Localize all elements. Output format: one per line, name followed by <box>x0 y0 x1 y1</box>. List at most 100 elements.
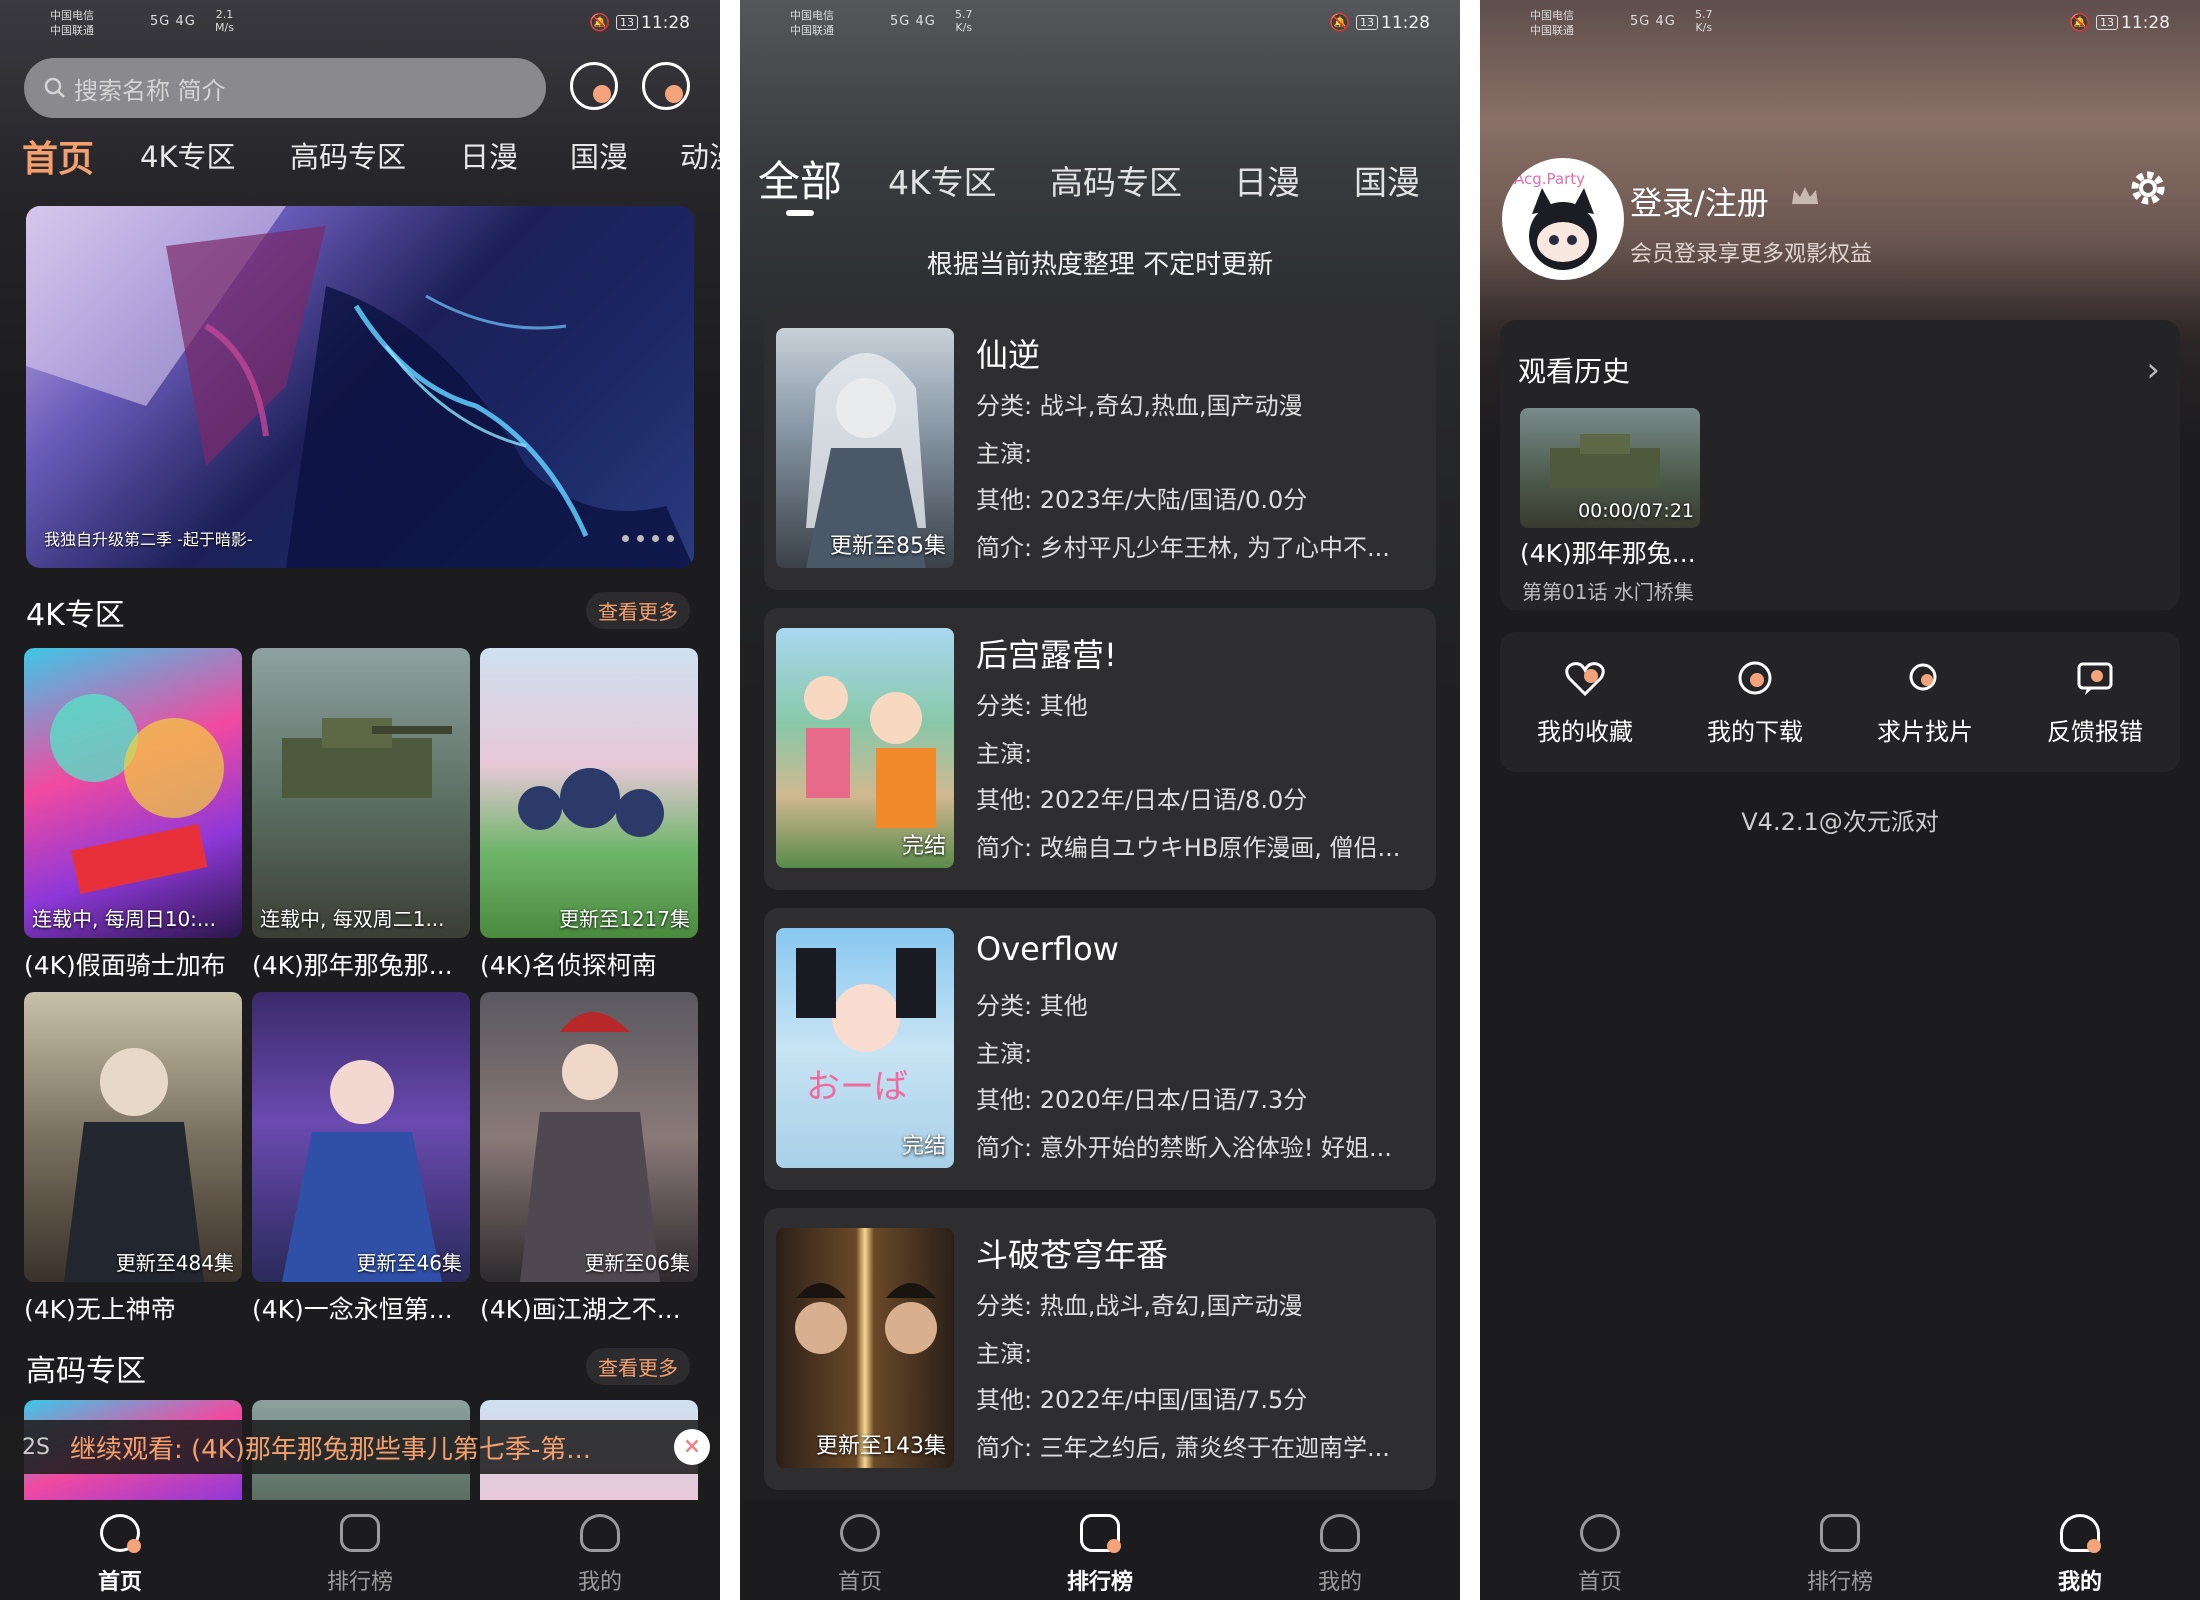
playback-time: 00:00/07:21 <box>1578 500 1694 522</box>
tab-high-bitrate[interactable]: 高码专区 <box>290 134 406 176</box>
settings-gear-icon[interactable] <box>2128 168 2168 208</box>
tab-all[interactable]: 全部 <box>758 148 842 209</box>
nav-label: 排行榜 <box>1066 1570 1133 1595</box>
nav-label: 排行榜 <box>326 1570 393 1595</box>
downloads-button[interactable]: 我的下载 <box>1670 660 1840 747</box>
mute-icon: 🔕 <box>589 13 616 33</box>
nav-label: 排行榜 <box>1806 1570 1873 1595</box>
ranking-item[interactable]: おーば 完结 Overflow 分类: 其他 主演: 其他: 2020年/日本/… <box>764 908 1436 1190</box>
ranking-item[interactable]: 更新至85集 仙逆 分类: 战斗,奇幻,热血,国产动漫 主演: 其他: 2023… <box>764 308 1436 590</box>
episode-badge: 更新至06集 <box>584 1251 690 1275</box>
mute-icon: 🔕 <box>1329 13 1356 33</box>
login-register-link[interactable]: 登录/注册 <box>1630 178 1769 224</box>
tab-home[interactable]: 首页 <box>22 130 94 182</box>
chevron-right-icon[interactable]: › <box>2146 350 2160 390</box>
net-speed: 5.7 <box>1695 8 1713 21</box>
home-icon <box>100 1514 141 1553</box>
tab-4k[interactable]: 4K专区 <box>888 156 997 204</box>
ranking-item[interactable]: 更新至143集 斗破苍穹年番 分类: 热血,战斗,奇幻,国产动漫 主演: 其他:… <box>764 1208 1436 1490</box>
genre: 分类: 战斗,奇幻,热血,国产动漫 <box>976 392 1303 420</box>
history-episode: 第第01话 水门桥集 <box>1522 580 1694 604</box>
favorites-button[interactable]: 我的收藏 <box>1500 660 1670 747</box>
avatar[interactable]: Acg.Party <box>1502 158 1624 280</box>
bottom-nav: 首页 排行榜 我的 <box>0 1500 720 1600</box>
video-title: (4K)那年那兔那... <box>252 951 453 980</box>
episode-badge: 完结 <box>901 1134 946 1159</box>
carrier-2: 中国联通 <box>50 24 94 37</box>
nav-mine[interactable]: 我的 <box>2020 1514 2140 1596</box>
view-more-4k-button[interactable]: 查看更多 <box>586 592 690 629</box>
nav-rank[interactable]: 排行榜 <box>1780 1514 1900 1596</box>
video-card[interactable]: 更新至06集 (4K)画江湖之不... <box>480 992 698 1326</box>
genre: 分类: 其他 <box>976 992 1088 1020</box>
clock: 11:28 <box>1381 13 1430 33</box>
view-more-high-bitrate-button[interactable]: 查看更多 <box>586 1348 690 1385</box>
nav-label: 我的 <box>1317 1570 1362 1595</box>
battery-icon: 13 <box>616 15 638 30</box>
status-bar: 中国电信 中国联通 5G 4G 5.7 K/s 🔕 13 11:28 <box>1480 0 2200 52</box>
signal-icon: 5G 4G <box>890 14 936 29</box>
video-card[interactable]: 更新至46集 (4K)一念永恒第... <box>252 992 470 1326</box>
history-icon[interactable] <box>642 62 690 110</box>
tab-japanese[interactable]: 日漫 <box>460 134 518 176</box>
watch-history-card[interactable]: 观看历史 › 00:00/07:21 (4K)那年那兔... 第第01话 水门桥… <box>1500 320 2180 610</box>
video-card[interactable]: 连载中, 每双周二1... (4K)那年那兔那... <box>252 648 470 982</box>
tab-anime[interactable]: 动漫 <box>680 134 720 176</box>
bottom-nav: 首页 排行榜 我的 <box>740 1500 1460 1600</box>
carrier-2: 中国联通 <box>790 24 834 37</box>
video-card[interactable]: 更新至1217集 (4K)名侦探柯南 <box>480 648 698 982</box>
close-icon[interactable]: × <box>674 1429 710 1465</box>
tab-japanese[interactable]: 日漫 <box>1234 156 1300 204</box>
nav-mine[interactable]: 我的 <box>540 1514 660 1596</box>
video-card[interactable]: 连载中, 每周日10:... (4K)假面骑士加布 <box>24 648 242 982</box>
net-speed: 5.7 <box>955 8 973 21</box>
cast: 主演: <box>976 1340 1033 1368</box>
tab-chinese[interactable]: 国漫 <box>570 134 628 176</box>
history-thumbnail[interactable]: 00:00/07:21 <box>1520 408 1700 528</box>
cast: 主演: <box>976 1040 1033 1068</box>
ranking-icon <box>1820 1514 1860 1552</box>
poster-image: 连载中, 每周日10:... <box>24 648 242 938</box>
search-input[interactable]: 搜索名称 简介 <box>24 58 546 118</box>
nav-home[interactable]: 首页 <box>60 1514 180 1596</box>
video-title: 后宫露营! <box>976 636 1117 674</box>
video-title: (4K)一念永恒第... <box>252 1295 453 1324</box>
video-card[interactable]: 更新至484集 (4K)无上神帝 <box>24 992 242 1326</box>
carrier-1: 中国电信 <box>50 9 94 22</box>
search-icon <box>44 77 65 98</box>
nav-home[interactable]: 首页 <box>1540 1514 1660 1596</box>
clock: 11:28 <box>641 13 690 33</box>
intro: 简介: 意外开始的禁断入浴体验! 好姐... <box>976 1134 1392 1162</box>
tab-4k[interactable]: 4K专区 <box>140 134 235 176</box>
poster-image: 完结 <box>776 628 954 868</box>
tab-chinese[interactable]: 国漫 <box>1354 156 1420 204</box>
nav-rank[interactable]: 排行榜 <box>300 1514 420 1596</box>
app-version: V4.2.1@次元派对 <box>1741 808 1939 836</box>
episode-badge: 更新至85集 <box>830 534 946 559</box>
profile-icon <box>1320 1514 1360 1552</box>
home-icon <box>1580 1514 1620 1552</box>
banner-carousel[interactable]: 我独自升级第二季 -起于暗影- <box>26 206 694 568</box>
video-title: 斗破苍穹年番 <box>976 1236 1169 1274</box>
poster-image: おーば 完结 <box>776 928 954 1168</box>
crown-icon <box>1792 187 1818 204</box>
ranking-item[interactable]: 完结 后宫露营! 分类: 其他 主演: 其他: 2022年/日本/日语/8.0分… <box>764 608 1436 890</box>
action-label: 求片找片 <box>1877 718 1973 746</box>
episode-badge: 更新至484集 <box>115 1251 234 1275</box>
download-icon[interactable] <box>570 62 618 110</box>
countdown: 2S <box>22 1434 50 1460</box>
login-subtitle: 会员登录享更多观影权益 <box>1630 242 1873 267</box>
tab-high-bitrate[interactable]: 高码专区 <box>1050 156 1182 204</box>
continue-watching-toast[interactable]: 2S 继续观看: (4K)那年那兔那些事儿第七季-第... × <box>0 1420 720 1474</box>
request-video-button[interactable]: 求片找片 <box>1840 660 2010 747</box>
nav-mine[interactable]: 我的 <box>1280 1514 1400 1596</box>
nav-home[interactable]: 首页 <box>800 1514 920 1596</box>
net-speed-unit: K/s <box>955 21 973 34</box>
history-title: 观看历史 <box>1518 355 1631 388</box>
feedback-button[interactable]: 反馈报错 <box>2010 660 2180 747</box>
net-speed-unit: M/s <box>215 21 234 34</box>
cast: 主演: <box>976 440 1033 468</box>
nav-rank[interactable]: 排行榜 <box>1040 1514 1160 1596</box>
download-icon <box>1738 661 1772 695</box>
action-label: 我的下载 <box>1707 718 1803 746</box>
